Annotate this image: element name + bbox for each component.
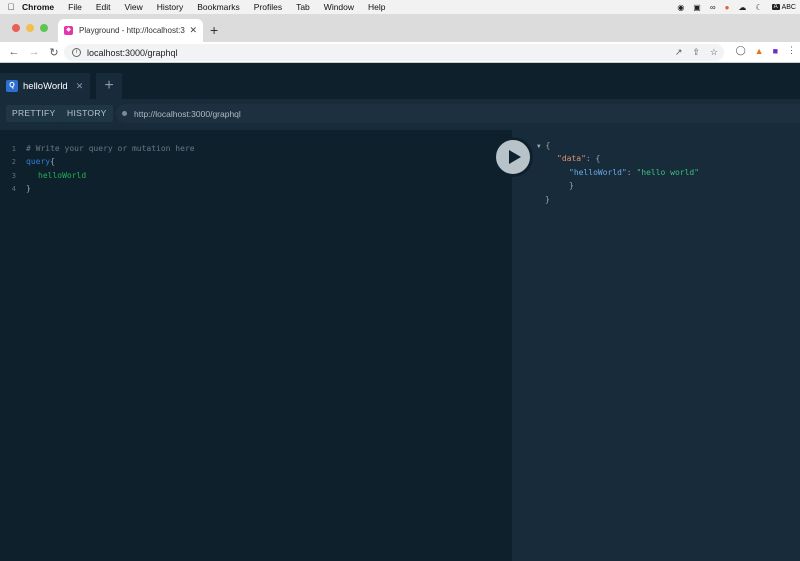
execute-query-button[interactable] [493,137,533,177]
menu-edit[interactable]: Edit [96,2,111,12]
result-open-brace: { [545,141,551,150]
editor-line: 1 # Write your query or mutation here [0,144,195,157]
add-playground-tab-button[interactable]: + [96,73,122,99]
code-keyword[interactable]: query [26,157,50,166]
result-field-value: "hello world" [636,168,700,177]
share-icon[interactable]: ⇧ [692,47,700,58]
connection-status-icon [122,111,127,116]
bookmark-star-icon[interactable]: ☆ [710,47,718,58]
editor-line: 2 query{ [0,157,55,170]
menu-app-chrome[interactable]: Chrome [22,2,54,12]
history-button[interactable]: HISTORY [61,105,113,122]
shield-icon[interactable]: ▣ [693,3,701,12]
more-icon[interactable]: ⋮ [787,45,796,56]
playground-toolbar: PRETTIFY HISTORY http://localhost:3000/g… [0,99,800,130]
site-info-icon[interactable]: i [72,48,81,57]
code-comment[interactable]: # Write your query or mutation here [26,144,195,157]
query-badge-icon: Q [6,80,18,92]
menu-window[interactable]: Window [324,2,354,12]
minimize-window-button[interactable] [26,24,34,32]
back-icon[interactable]: ← [4,46,24,58]
code-open-brace[interactable]: { [50,157,55,166]
play-icon [508,150,521,164]
window-controls [12,24,48,32]
menubar-status-icons: ◉ ▣ ∞ ● ☁ ☾ A ABC [677,0,800,14]
result-data-colon: : { [585,154,601,163]
browser-tab-active[interactable]: ◆ Playground - http://localhost:3 ✕ [58,19,203,42]
graphql-favicon-icon: ◆ [64,26,73,35]
input-source-icon: A [771,4,780,10]
menu-history[interactable]: History [157,2,183,12]
result-inner-close: } [569,181,574,190]
moon-icon[interactable]: ☾ [755,3,762,12]
menu-tab[interactable]: Tab [296,2,310,12]
address-bar-url[interactable]: localhost:3000/graphql [87,48,178,58]
result-outer-close: } [545,195,550,204]
record-icon[interactable]: ◉ [677,3,684,12]
apollo-extension-icon[interactable]: ■ [773,46,778,56]
playground-tab-helloworld[interactable]: Q helloWorld ✕ [0,73,90,99]
input-source[interactable]: A ABC [771,3,796,11]
playground-tab-bar: Q helloWorld ✕ + [0,63,800,99]
browser-tab-title: Playground - http://localhost:3 [79,26,185,35]
forward-icon[interactable]: → [24,46,44,58]
endpoint-input[interactable]: http://localhost:3000/graphql [116,104,800,123]
reload-icon[interactable]: ↻ [44,46,64,59]
close-tab-icon[interactable]: ✕ [189,25,197,36]
line-number: 1 [11,145,16,153]
cloud-icon[interactable]: ☁ [738,3,746,12]
code-close-brace[interactable]: } [26,184,31,197]
browser-tab-strip: ◆ Playground - http://localhost:3 ✕ + [0,14,800,42]
menu-view[interactable]: View [124,2,142,12]
menu-help[interactable]: Help [368,2,385,12]
extensions-area: ◯ ▲ ■ ⋮ [736,45,800,56]
menu-bookmarks[interactable]: Bookmarks [197,2,240,12]
result-data-key: "data" [557,154,586,163]
close-playground-tab-icon[interactable]: ✕ [76,81,84,92]
zoom-window-button[interactable] [40,24,48,32]
extension-icon[interactable]: ◯ [736,45,746,56]
editor-line: 3 helloWorld [0,171,86,184]
result-field-colon: : [626,168,637,177]
open-external-icon[interactable]: ↗ [675,47,683,58]
fold-toggle-icon[interactable]: ▼ [537,143,541,150]
menu-file[interactable]: File [68,2,82,12]
new-tab-button[interactable]: + [210,22,218,38]
glasses-icon[interactable]: ∞ [710,3,716,12]
query-editor[interactable]: 1 # Write your query or mutation here 2 … [0,130,512,561]
playground-tab-label: helloWorld [23,80,68,92]
result-pane[interactable]: ▼ { "data": { "helloWorld": "hello world… [512,130,800,561]
prettify-button[interactable]: PRETTIFY [6,105,62,122]
address-bar[interactable]: i localhost:3000/graphql ↗ ⇧ ☆ [64,44,724,61]
editor-line: 4 } [0,184,31,197]
apple-icon[interactable]:  [0,2,22,12]
metamask-fox-icon[interactable]: ▲ [755,46,764,56]
menu-profiles[interactable]: Profiles [254,2,282,12]
address-bar-actions: ↗ ⇧ ☆ [675,47,718,58]
close-window-button[interactable] [12,24,20,32]
input-source-label: ABC [781,3,796,11]
code-field[interactable]: helloWorld [38,171,86,184]
line-number: 3 [11,172,16,180]
browser-toolbar: ← → ↻ i localhost:3000/graphql ↗ ⇧ ☆ ◯ ▲… [0,42,800,63]
line-number: 2 [11,158,16,166]
line-number: 4 [11,185,16,193]
result-field-key: "helloWorld" [569,168,627,177]
endpoint-url[interactable]: http://localhost:3000/graphql [134,109,241,119]
macos-menubar:  Chrome File Edit View History Bookmark… [0,0,800,14]
mask-icon[interactable]: ● [725,3,730,12]
